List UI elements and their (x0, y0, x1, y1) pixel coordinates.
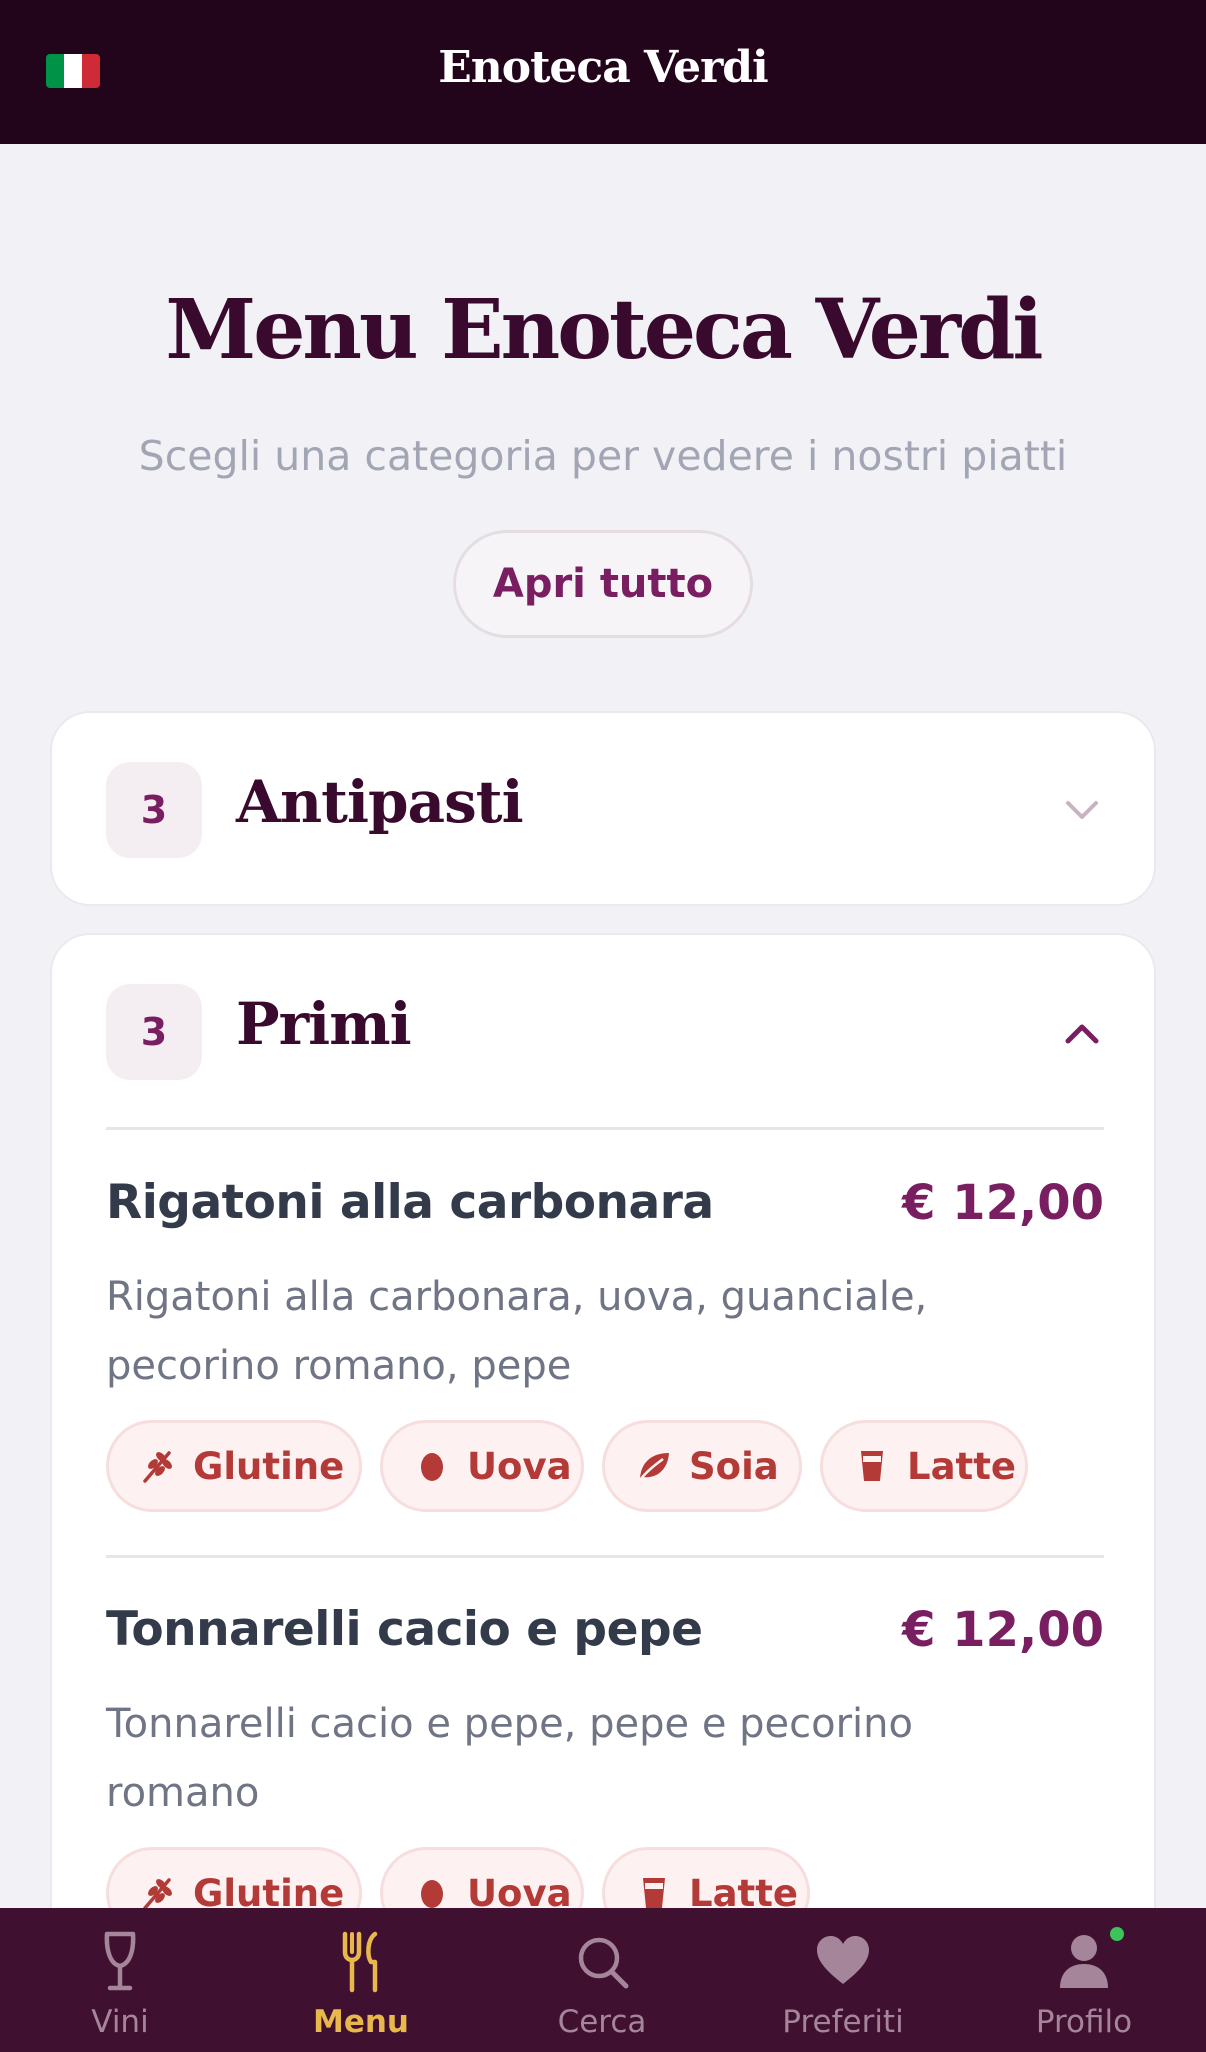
chevron-down-icon[interactable] (1054, 783, 1110, 839)
category-name: Antipasti (236, 768, 524, 836)
category-count-badge: 3 (106, 762, 202, 858)
allergen-label: Uova (467, 1444, 572, 1488)
category-card-primi: 3 Primi Rigatoni alla carbonara € 12,00 … (50, 933, 1156, 2052)
heart-icon (813, 1930, 873, 1994)
dish-price: € 12,00 (902, 1175, 1104, 1231)
user-icon (1054, 1930, 1114, 1994)
wine-glass-icon (90, 1930, 150, 1994)
top-bar: Enoteca Verdi (0, 0, 1206, 144)
app-title: Enoteca Verdi (438, 42, 769, 93)
tab-menu[interactable]: Menu (261, 1908, 461, 2052)
egg-icon (413, 1874, 451, 1912)
category-card-antipasti: 3 Antipasti (50, 711, 1156, 906)
allergen-label: Latte (907, 1444, 1017, 1488)
search-icon (572, 1930, 632, 1994)
bottom-tab-bar: Vini Menu Cerca Preferiti Profilo (0, 1908, 1206, 2052)
tab-label: Vini (91, 2004, 149, 2040)
wheat-icon (139, 1874, 177, 1912)
leaf-icon (635, 1447, 673, 1485)
allergen-tag-soia: Soia (602, 1420, 802, 1512)
milk-icon (853, 1447, 891, 1485)
allergen-tag-latte: Latte (820, 1420, 1028, 1512)
fork-knife-icon (331, 1930, 391, 1994)
category-count-badge: 3 (106, 984, 202, 1080)
allergen-label: Glutine (193, 1444, 345, 1488)
milk-icon (635, 1874, 673, 1912)
menu-item-rigatoni[interactable]: Rigatoni alla carbonara € 12,00 Rigatoni… (106, 1175, 1104, 1535)
tab-preferiti[interactable]: Preferiti (743, 1908, 943, 2052)
divider (106, 1127, 1104, 1130)
tab-label: Profilo (1035, 2004, 1133, 2040)
page-subtitle: Scegli una categoria per vedere i nostri… (138, 432, 1068, 480)
page-title: Menu Enoteca Verdi (165, 282, 1043, 378)
tab-label: Preferiti (782, 2004, 904, 2040)
egg-icon (413, 1447, 451, 1485)
tab-label: Menu (312, 2004, 409, 2040)
chevron-up-icon[interactable] (1054, 1005, 1110, 1061)
tab-profilo[interactable]: Profilo (984, 1908, 1184, 2052)
dish-name: Rigatoni alla carbonara (106, 1175, 714, 1230)
tab-label: Cerca (557, 2004, 647, 2040)
wheat-icon (139, 1447, 177, 1485)
dish-name: Tonnarelli cacio e pepe (106, 1602, 703, 1657)
dish-description: Rigatoni alla carbonara, uova, guanciale… (106, 1274, 928, 1389)
category-header-primi[interactable]: 3 Primi (52, 935, 1154, 1131)
allergen-label: Soia (689, 1444, 779, 1488)
allergen-tag-glutine: Glutine (106, 1420, 362, 1512)
dish-description: Tonnarelli cacio e pepe, pepe e pecorino… (106, 1701, 913, 1816)
open-all-button[interactable]: Apri tutto (453, 530, 753, 638)
allergen-tag-uova: Uova (380, 1420, 584, 1512)
online-status-dot (1110, 1927, 1124, 1941)
dish-price: € 12,00 (902, 1602, 1104, 1658)
tab-vini[interactable]: Vini (20, 1908, 220, 2052)
category-header-antipasti[interactable]: 3 Antipasti (52, 713, 1154, 909)
category-name: Primi (236, 990, 412, 1058)
divider (106, 1555, 1104, 1558)
tab-cerca[interactable]: Cerca (502, 1908, 702, 2052)
